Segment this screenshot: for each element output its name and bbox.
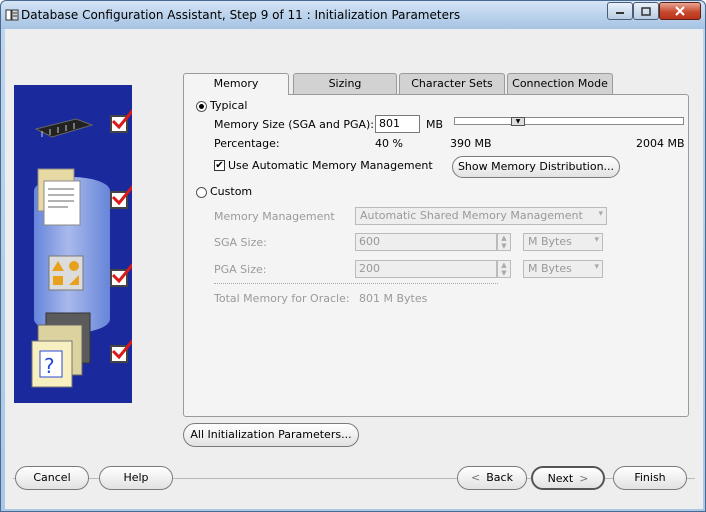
typical-label: Typical [210,99,248,112]
tabbed-pane: Memory Sizing Character Sets Connection … [183,73,689,417]
total-memory-label: Total Memory for Oracle: [214,292,350,305]
memory-management-select[interactable]: Automatic Shared Memory Management ▾ [355,207,607,225]
next-label: Next [547,472,574,485]
check-mark-icon [111,263,132,284]
total-memory-value: 801 M Bytes [359,292,428,305]
window-title: Database Configuration Assistant, Step 9… [21,8,461,22]
dbca-window: Database Configuration Assistant, Step 9… [0,0,706,512]
tab-memory[interactable]: Memory [183,73,289,95]
cancel-button[interactable]: Cancel [15,466,89,490]
chevron-down-icon: ▾ [594,262,599,272]
minimize-icon [616,12,624,14]
divider [214,283,498,284]
tab-character-sets[interactable]: Character Sets [399,73,505,94]
memory-management-label: Memory Management [214,210,335,223]
amm-label: Use Automatic Memory Management [228,159,433,172]
back-button[interactable]: < Back [457,466,527,490]
back-label: Back [486,471,513,484]
pga-unit-select[interactable]: M Bytes ▾ [523,260,603,278]
step-1-checkbox [110,109,132,133]
finish-button[interactable]: Finish [613,466,687,490]
spin-up-icon[interactable]: ▲ [498,261,510,269]
chevron-down-icon: ▾ [594,235,599,245]
memory-panel: Typical Memory Size (SGA and PGA): 801 M… [183,94,689,417]
documents-icon [37,168,81,226]
memory-management-value: Automatic Shared Memory Management [360,209,583,222]
tab-connection-mode[interactable]: Connection Mode [507,73,613,94]
check-mark-icon [111,109,132,130]
percentage-value: 40 % [375,137,403,150]
chevron-down-icon: ▾ [598,209,603,219]
maximize-button[interactable] [633,2,659,20]
pga-label: PGA Size: [214,263,267,276]
step-progress-image: ? [14,85,132,403]
slider-thumb[interactable]: ▼ [511,117,525,126]
spin-down-icon[interactable]: ▼ [498,269,510,277]
spin-up-icon[interactable]: ▲ [498,234,510,242]
sga-unit-value: M Bytes [528,235,572,248]
custom-radio[interactable] [196,187,207,198]
percentage-label: Percentage: [214,137,280,150]
typical-radio[interactable] [196,101,207,112]
close-icon [675,6,685,16]
memory-size-label: Memory Size (SGA and PGA): [214,118,374,131]
sga-input[interactable]: 600 [355,233,497,251]
amm-checkbox[interactable]: ✔ [214,160,225,171]
slider-max-label: 2004 MB [636,137,685,150]
maximize-icon [641,6,651,16]
sga-unit-select[interactable]: M Bytes ▾ [523,233,603,251]
pga-spinner[interactable]: ▲ ▼ [497,260,511,278]
slider-min-label: 390 MB [450,137,492,150]
shapes-icon [48,255,84,291]
memory-size-input[interactable]: 801 [375,115,420,133]
sga-label: SGA Size: [214,236,267,249]
database-app-icon [5,9,19,21]
check-mark-icon [111,185,132,206]
next-arrow-icon: > [579,472,589,485]
custom-label: Custom [210,185,253,198]
pga-unit-value: M Bytes [528,262,572,275]
memory-slider[interactable]: ▼ [454,117,684,126]
show-memory-distribution-button[interactable]: Show Memory Distribution... [452,156,620,178]
close-button[interactable] [659,2,701,20]
step-4-checkbox [110,339,132,363]
check-mark-icon [111,339,132,360]
next-button[interactable]: Next > [531,466,605,490]
help-folder-icon: ? [31,312,91,388]
help-button[interactable]: Help [99,466,173,490]
all-initialization-parameters-button[interactable]: All Initialization Parameters... [183,423,359,447]
pga-input[interactable]: 200 [355,260,497,278]
minimize-button[interactable] [607,2,633,20]
step-3-checkbox [110,263,132,287]
memory-size-unit: MB [426,118,444,131]
back-arrow-icon: < [471,471,481,484]
svg-text:?: ? [44,354,55,378]
tab-sizing[interactable]: Sizing [293,73,397,94]
chip-icon [34,118,94,138]
step-2-checkbox [110,185,132,209]
client-area: ? Memory Sizing Character Sets Connectio… [5,29,703,509]
title-bar[interactable]: Database Configuration Assistant, Step 9… [1,1,705,29]
spin-down-icon[interactable]: ▼ [498,242,510,250]
sga-spinner[interactable]: ▲ ▼ [497,233,511,251]
